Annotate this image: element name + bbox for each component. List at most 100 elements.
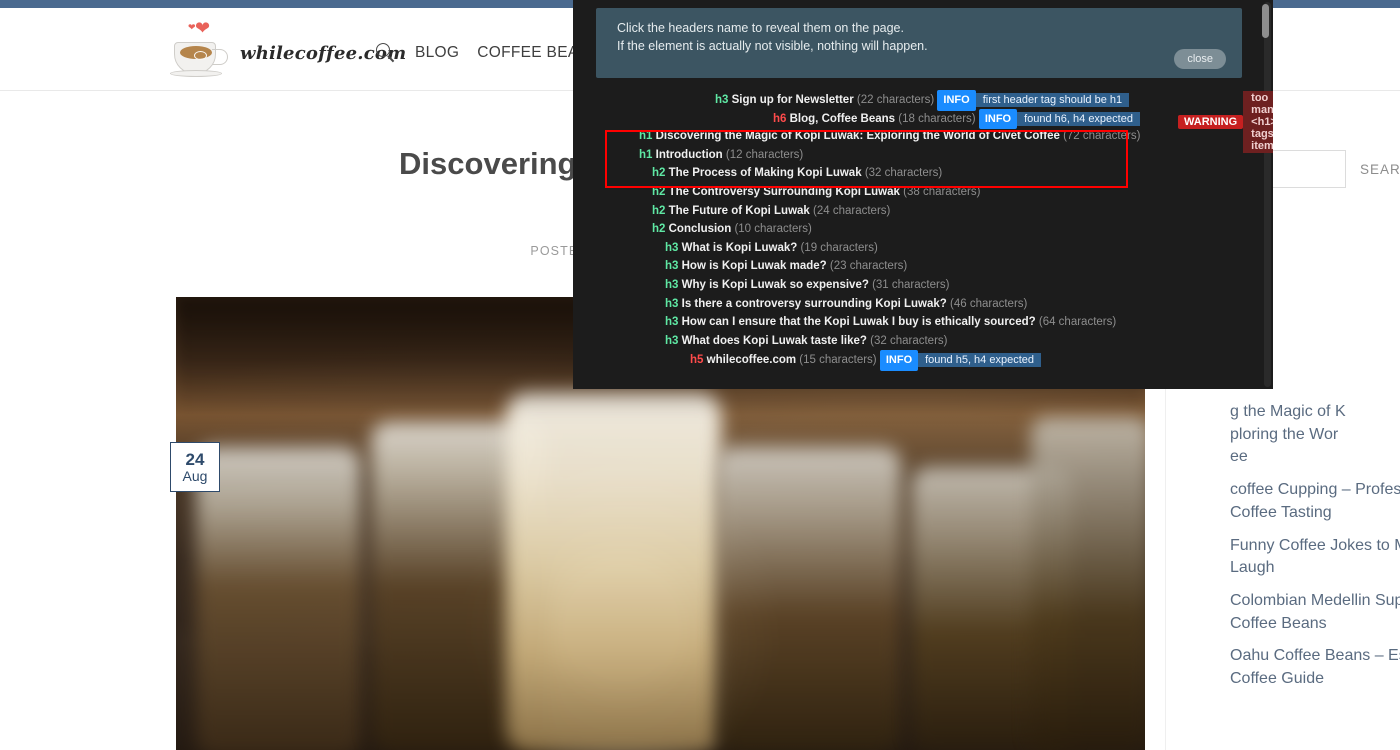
header-row-content: h2 The Future of Kopi Luwak (24 characte…: [652, 202, 890, 221]
header-tag-label: h3: [665, 278, 679, 291]
inspector-tip-box: Click the headers name to reveal them on…: [596, 8, 1242, 78]
header-tag-label: h3: [715, 94, 729, 106]
inspector-header-row[interactable]: h5 whilecoffee.com (15 characters) INFO f…: [573, 350, 1273, 371]
inspector-header-row[interactable]: h1 Discovering the Magic of Kopi Luwak: …: [573, 127, 1273, 146]
inspector-header-row[interactable]: h2 The Future of Kopi Luwak (24 characte…: [573, 202, 1273, 221]
header-char-count: (19 characters): [800, 241, 878, 254]
inspector-tip-line-2: If the element is actually not visible, …: [617, 39, 928, 54]
post-date-day: 24: [185, 449, 205, 469]
header-char-count: (32 characters): [864, 167, 943, 180]
header-text[interactable]: Discovering the Magic of Kopi Luwak: Exp…: [656, 130, 1060, 142]
header-char-count: (38 characters): [903, 185, 981, 198]
inspector-header-row[interactable]: h2 The Process of Making Kopi Luwak (32 …: [573, 164, 1273, 183]
list-item[interactable]: Funny Coffee Jokes to Ma Laugh: [1230, 535, 1400, 580]
inspector-header-row[interactable]: h3 How can I ensure that the Kopi Luwak …: [573, 313, 1273, 332]
page-root: ❤ ❤ whilecoffee.com BLOG COFFEE BEANS Di…: [0, 0, 1400, 750]
post-link-line: Coffee Beans: [1230, 614, 1327, 632]
header-char-count: (31 characters): [872, 278, 950, 291]
header-row-content: h3 How is Kopi Luwak made? (23 character…: [665, 257, 907, 276]
header-row-content: h1 Discovering the Magic of Kopi Luwak: …: [639, 127, 1140, 146]
header-tag-label: h2: [652, 223, 666, 236]
status-badge-info: INFO: [937, 90, 976, 111]
nav-item-blog[interactable]: BLOG: [415, 44, 459, 62]
header-row-content: h3 Is there a controversy surrounding Ko…: [665, 295, 1027, 314]
header-text[interactable]: whilecoffee.com: [707, 354, 796, 366]
header-row-content: h6 Blog, Coffee Beans (18 characters) IN…: [773, 108, 1140, 130]
header-tag-label: h1: [639, 130, 653, 143]
header-text[interactable]: Sign up for Newsletter: [732, 94, 854, 106]
header-row-content: h3 What does Kopi Luwak taste like? (32 …: [665, 332, 947, 351]
list-item[interactable]: Oahu Coffee Beans – Espr Coffee Guide: [1230, 645, 1400, 690]
inspector-tip-line-1: Click the headers name to reveal them on…: [617, 21, 904, 35]
post-link-line: ee: [1230, 448, 1248, 466]
header-tag-label: h5: [690, 354, 704, 367]
header-text[interactable]: Introduction: [656, 149, 723, 161]
inspector-header-row[interactable]: h2 Conclusion (10 characters): [573, 220, 1273, 239]
header-tag-label: h1: [639, 148, 653, 161]
header-row-content: h2 Conclusion (10 characters): [652, 220, 812, 239]
header-text[interactable]: What does Kopi Luwak taste like?: [682, 335, 867, 347]
search-icon-handle: [387, 55, 395, 63]
inspector-header-row[interactable]: h3 How is Kopi Luwak made? (23 character…: [573, 257, 1273, 276]
inspector-header-row[interactable]: h6 Blog, Coffee Beans (18 characters) IN…: [573, 108, 1273, 130]
header-text[interactable]: The Future of Kopi Luwak: [669, 205, 810, 217]
header-char-count: (24 characters): [813, 204, 891, 217]
header-text[interactable]: Conclusion: [669, 223, 732, 235]
header-text[interactable]: How is Kopi Luwak made?: [682, 260, 827, 272]
header-row-content: h3 Sign up for Newsletter (22 characters…: [715, 90, 1130, 111]
header-row-content: h3 What is Kopi Luwak? (19 characters): [665, 239, 878, 258]
header-info-message: first header tag should be h1: [975, 93, 1130, 107]
header-text[interactable]: The Controversy Surrounding Kopi Luwak: [669, 186, 900, 198]
photo-jar-1: [196, 447, 361, 750]
header-info-message: found h6, h4 expected: [1017, 111, 1140, 126]
inspector-tip-text: Click the headers name to reveal them on…: [617, 19, 928, 55]
header-char-count: (22 characters): [856, 94, 935, 106]
cup-handle-icon: [212, 49, 228, 65]
cup-saucer-icon: [170, 70, 222, 77]
list-item[interactable]: g the Magic of K ploring the Wor ee: [1230, 401, 1400, 469]
search-icon[interactable]: [375, 42, 397, 64]
header-char-count: (64 characters): [1038, 316, 1117, 329]
header-text[interactable]: What is Kopi Luwak?: [682, 242, 798, 254]
post-date-month: Aug: [182, 467, 208, 484]
header-tag-label: h2: [652, 185, 666, 198]
header-char-count: (10 characters): [734, 223, 812, 236]
site-logo[interactable]: ❤ ❤ whilecoffee.com: [168, 18, 406, 84]
header-text[interactable]: Why is Kopi Luwak so expensive?: [682, 279, 869, 291]
heart-large-icon: ❤: [195, 18, 211, 38]
status-badge-info: INFO: [879, 350, 919, 371]
header-tag-label: h3: [665, 334, 679, 347]
status-badge-info: INFO: [978, 108, 1018, 130]
header-text[interactable]: Is there a controversy surrounding Kopi …: [682, 298, 947, 310]
main-nav: BLOG COFFEE BEANS: [375, 42, 601, 64]
close-button[interactable]: close: [1174, 49, 1226, 69]
post-link-line: Colombian Medellin Supre: [1230, 592, 1400, 610]
recent-posts-list: g the Magic of K ploring the Wor ee coff…: [1190, 401, 1400, 701]
header-row-content: h5 whilecoffee.com (15 characters) INFO f…: [690, 350, 1041, 371]
post-link-line: ploring the Wor: [1230, 425, 1339, 443]
inspector-header-rows: h3 Sign up for Newsletter (22 characters…: [573, 90, 1273, 371]
search-button[interactable]: SEAR: [1360, 162, 1400, 177]
inspector-header-row[interactable]: h3 What does Kopi Luwak taste like? (32 …: [573, 332, 1273, 351]
inspector-header-row[interactable]: h3 Why is Kopi Luwak so expensive? (31 c…: [573, 276, 1273, 295]
header-text[interactable]: How can I ensure that the Kopi Luwak I b…: [682, 316, 1036, 328]
inspector-header-row[interactable]: h3 Sign up for Newsletter (22 characters…: [573, 90, 1273, 111]
header-row-content: h1 Introduction (12 characters): [639, 146, 803, 165]
post-link-line: Coffee Tasting: [1230, 503, 1332, 521]
post-link-line: g the Magic of K: [1230, 403, 1346, 420]
inspector-scrollbar-thumb[interactable]: [1262, 4, 1269, 38]
header-char-count: (23 characters): [829, 260, 908, 273]
list-item[interactable]: coffee Cupping – Professio Coffee Tastin…: [1230, 479, 1400, 524]
header-text[interactable]: The Process of Making Kopi Luwak: [669, 167, 862, 179]
post-link-line: Oahu Coffee Beans – Espr: [1230, 647, 1400, 665]
list-item[interactable]: Colombian Medellin Supre Coffee Beans: [1230, 590, 1400, 635]
inspector-header-row[interactable]: h1 Introduction (12 characters): [573, 146, 1273, 165]
header-tag-label: h2: [652, 204, 666, 217]
inspector-header-row[interactable]: h3 Is there a controversy surrounding Ko…: [573, 295, 1273, 314]
post-link-line: Funny Coffee Jokes to Ma: [1230, 536, 1400, 554]
header-row-content: h3 Why is Kopi Luwak so expensive? (31 c…: [665, 276, 949, 295]
header-text[interactable]: Blog, Coffee Beans: [790, 113, 895, 125]
header-tag-label: h3: [665, 241, 679, 254]
inspector-header-row[interactable]: h2 The Controversy Surrounding Kopi Luwa…: [573, 183, 1273, 202]
inspector-header-row[interactable]: h3 What is Kopi Luwak? (19 characters): [573, 239, 1273, 258]
